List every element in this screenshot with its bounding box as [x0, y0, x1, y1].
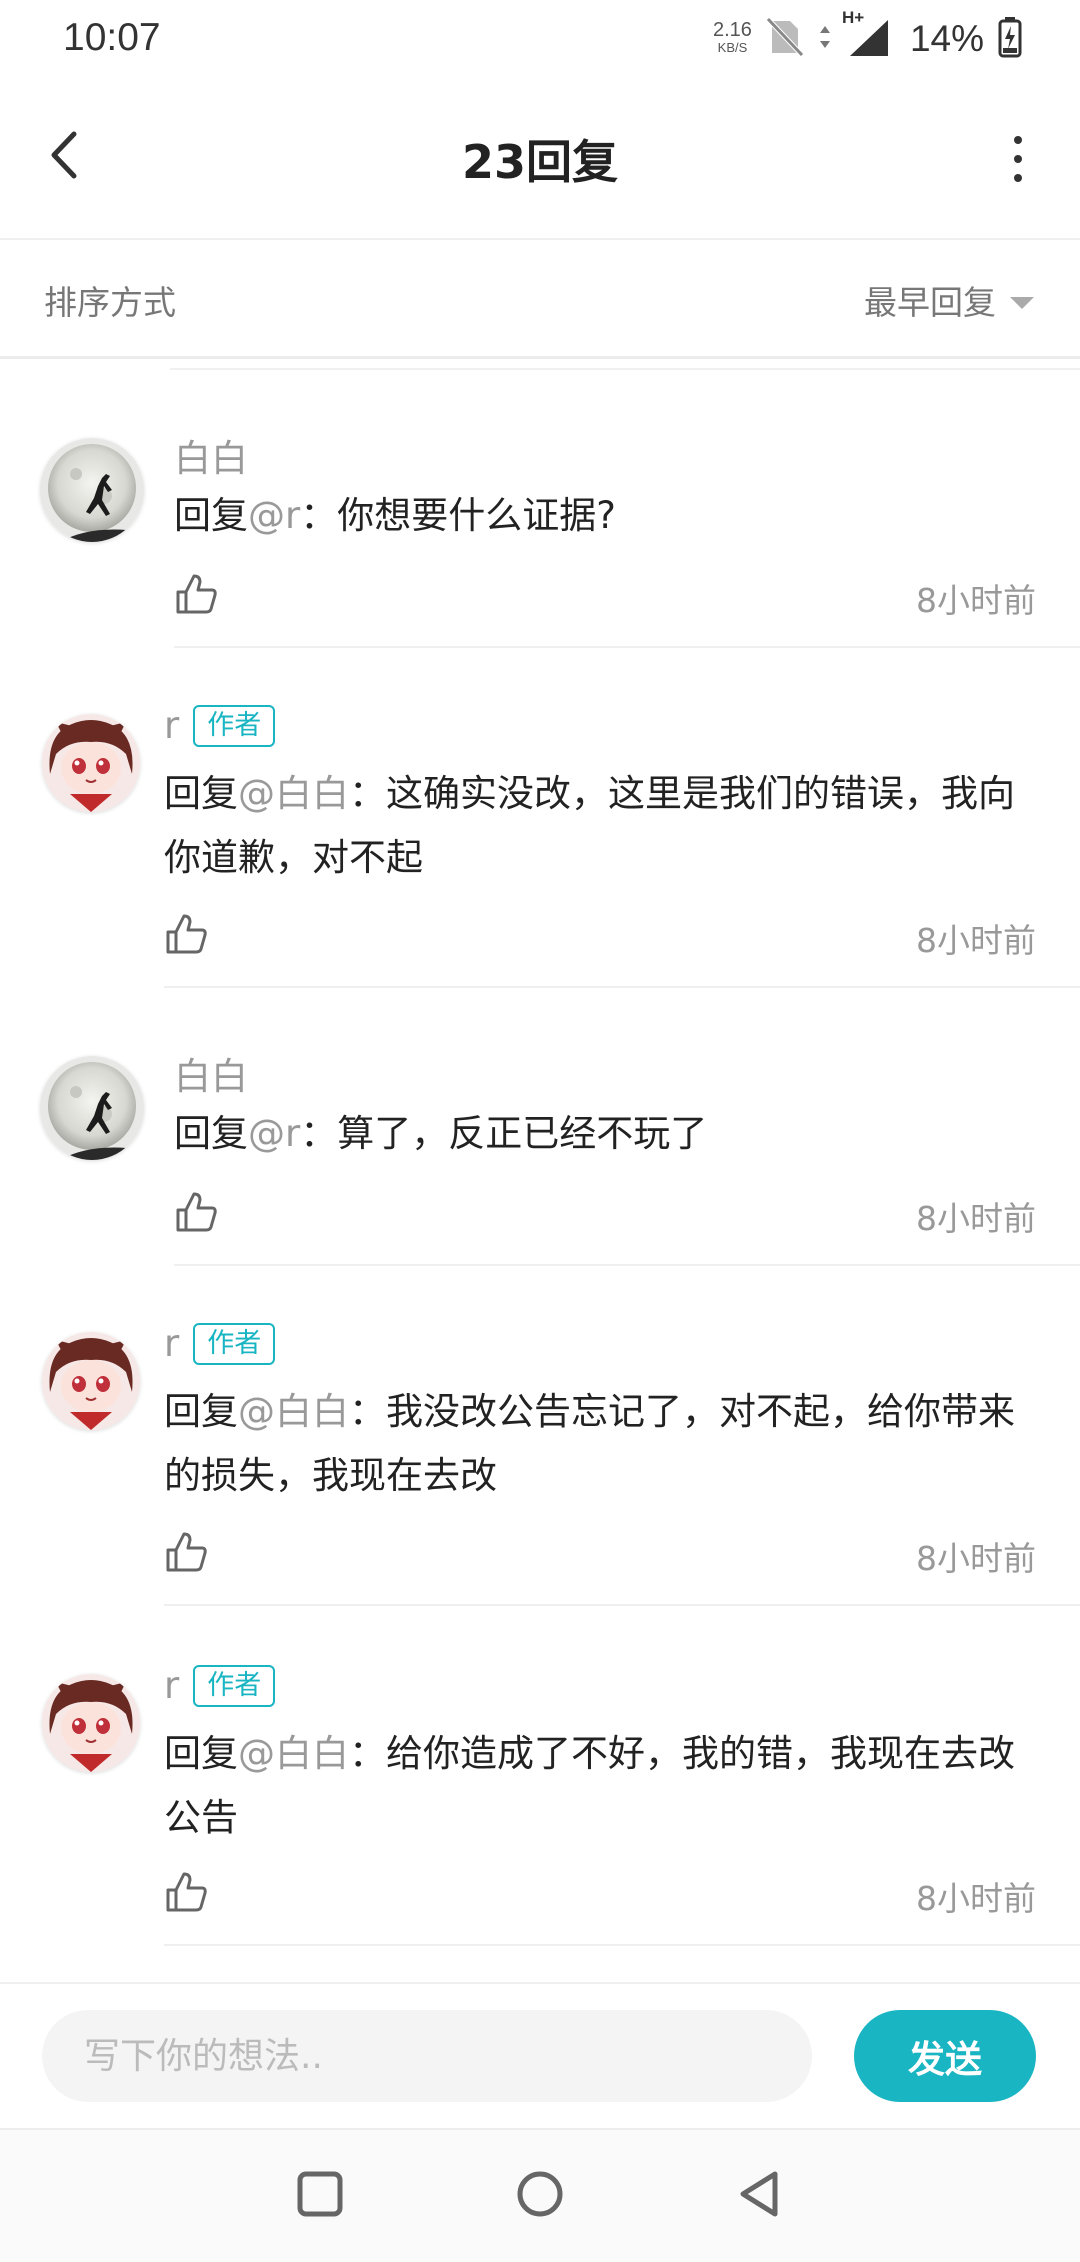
- divider: [174, 646, 1080, 648]
- author-badge: 作者: [193, 1664, 276, 1707]
- battery-charging-icon: [998, 16, 1022, 62]
- author-name: r: [164, 1322, 180, 1365]
- battery-percent: 14%: [909, 18, 984, 59]
- mention-link[interactable]: @白白: [238, 1390, 349, 1433]
- avatar[interactable]: [42, 714, 140, 812]
- data-arrows-icon: [818, 22, 832, 56]
- caret-down-icon: [1010, 297, 1034, 309]
- back-nav-button[interactable]: [728, 2164, 792, 2228]
- thumbs-up-icon: [164, 914, 208, 960]
- divider: [174, 1264, 1080, 1266]
- status-time: 10:07: [63, 16, 161, 59]
- network-speed-value: 2.16: [713, 19, 752, 41]
- reply-content: 回复@白白：这确实没改，这里是我们的错误，我向你道歉，对不起: [164, 762, 1040, 890]
- avatar[interactable]: [42, 1332, 140, 1430]
- network-speed-unit: KB/S: [717, 40, 748, 55]
- recent-apps-button[interactable]: [288, 2164, 352, 2228]
- avatar[interactable]: [40, 1056, 144, 1160]
- status-bar: 10:07 2.16 KB/S H+ 14%: [0, 0, 1080, 80]
- author-badge: 作者: [193, 704, 276, 747]
- sort-dropdown[interactable]: 最早回复: [864, 276, 1034, 324]
- reply-prefix: 回复: [164, 1390, 238, 1433]
- divider: [164, 1944, 1080, 1946]
- reply-prefix: 回复: [164, 1732, 238, 1775]
- reply-body: ：你想要什么证据?: [300, 494, 616, 537]
- author-name: 白白: [174, 1055, 248, 1098]
- reply-prefix: 回复: [164, 772, 238, 815]
- thumbs-up-icon: [174, 1192, 218, 1238]
- system-nav-bar: [0, 2128, 1080, 2262]
- like-button[interactable]: [174, 572, 218, 616]
- page-title: 23回复: [461, 135, 618, 189]
- like-button[interactable]: [164, 1530, 208, 1574]
- sort-selected-value: 最早回复: [864, 283, 996, 322]
- reply-timestamp: 8小时前: [916, 1539, 1036, 1578]
- comment-bar: 发送: [0, 1982, 1080, 2128]
- signal-icon: H+: [842, 8, 890, 62]
- triangle-back-icon: [735, 2169, 785, 2223]
- reply-author[interactable]: r 作者: [164, 1664, 276, 1707]
- reply-content: 回复@r：你想要什么证据?: [174, 484, 1040, 548]
- avatar[interactable]: [40, 438, 144, 542]
- mention-link[interactable]: @r: [248, 494, 300, 537]
- more-options-button[interactable]: [1008, 136, 1028, 182]
- reply-timestamp: 8小时前: [916, 1879, 1036, 1918]
- reply-content: 回复@白白：我没改公告忘记了，对不起，给你带来的损失，我现在去改: [164, 1380, 1040, 1508]
- no-sim-icon: [766, 17, 804, 61]
- status-icons: 2.16 KB/S H+ 14%: [713, 8, 1022, 64]
- more-vertical-icon: [1014, 136, 1022, 144]
- author-badge: 作者: [193, 1322, 276, 1365]
- like-button[interactable]: [164, 1870, 208, 1914]
- reply-author[interactable]: r 作者: [164, 704, 276, 747]
- circle-icon: [515, 2169, 565, 2223]
- sort-bar: 排序方式 最早回复: [0, 240, 1080, 359]
- reply-prefix: 回复: [174, 1112, 248, 1155]
- divider: [170, 368, 1080, 370]
- reply-prefix: 回复: [174, 494, 248, 537]
- reply-timestamp: 8小时前: [916, 581, 1036, 620]
- avatar[interactable]: [42, 1674, 140, 1772]
- reply-author[interactable]: 白白: [174, 428, 248, 482]
- like-button[interactable]: [174, 1190, 218, 1234]
- mention-link[interactable]: @白白: [238, 772, 349, 815]
- home-button[interactable]: [508, 2164, 572, 2228]
- reply-content: 回复@白白：给你造成了不好，我的错，我现在去改公告: [164, 1722, 1040, 1850]
- reply-body: ：算了，反正已经不玩了: [300, 1112, 708, 1155]
- reply-content: 回复@r：算了，反正已经不玩了: [174, 1102, 1040, 1166]
- author-name: r: [164, 704, 180, 747]
- comment-input[interactable]: [42, 2010, 812, 2102]
- like-button[interactable]: [164, 912, 208, 956]
- app-header: 23回复: [0, 80, 1080, 240]
- author-name: 白白: [174, 437, 248, 480]
- divider: [164, 1604, 1080, 1606]
- mention-link[interactable]: @白白: [238, 1732, 349, 1775]
- thumbs-up-icon: [164, 1872, 208, 1918]
- reply-author[interactable]: 白白: [174, 1046, 248, 1100]
- network-speed: 2.16 KB/S: [713, 19, 752, 56]
- mention-link[interactable]: @r: [248, 1112, 300, 1155]
- divider: [164, 986, 1080, 988]
- thumbs-up-icon: [174, 574, 218, 620]
- reply-author[interactable]: r 作者: [164, 1322, 276, 1365]
- square-icon: [295, 2169, 345, 2223]
- sort-label: 排序方式: [44, 283, 176, 322]
- reply-timestamp: 8小时前: [916, 921, 1036, 960]
- author-name: r: [164, 1664, 180, 1707]
- send-button[interactable]: 发送: [854, 2010, 1036, 2102]
- reply-timestamp: 8小时前: [916, 1199, 1036, 1238]
- network-type-label: H+: [841, 8, 865, 27]
- thumbs-up-icon: [164, 1532, 208, 1578]
